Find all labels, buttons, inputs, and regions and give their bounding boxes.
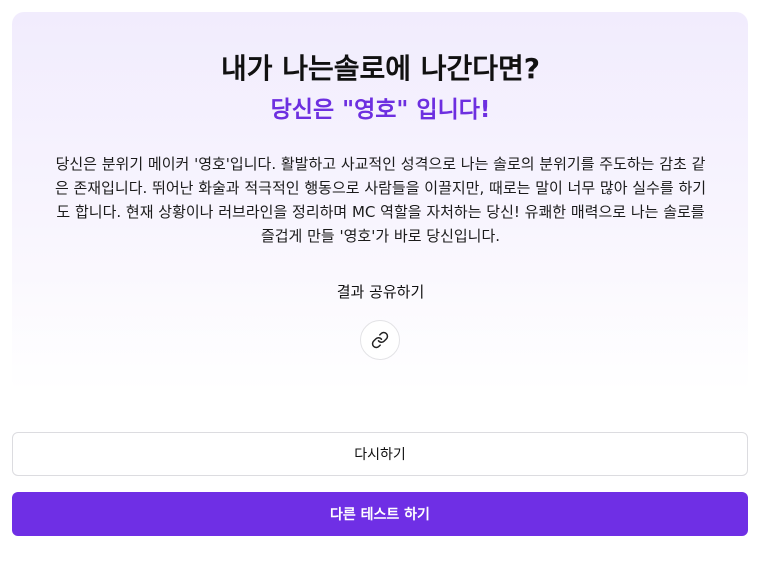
- retry-button-label: 다시하기: [354, 447, 406, 463]
- result-description: 당신은 분위기 메이커 '영호'입니다. 활발하고 사교적인 성격으로 나는 솔…: [54, 155, 707, 245]
- retry-button[interactable]: 다시하기: [12, 432, 748, 476]
- page-title: 내가 나는솔로에 나간다면?: [220, 52, 541, 85]
- other-test-button-label: 다른 테스트 하기: [330, 507, 430, 523]
- result-subtitle: 당신은 "영호" 입니다!: [270, 97, 491, 123]
- other-test-button[interactable]: 다른 테스트 하기: [12, 492, 748, 536]
- copy-link-button[interactable]: [360, 320, 400, 360]
- link-icon: [371, 331, 389, 349]
- share-label: 결과 공유하기: [336, 283, 425, 301]
